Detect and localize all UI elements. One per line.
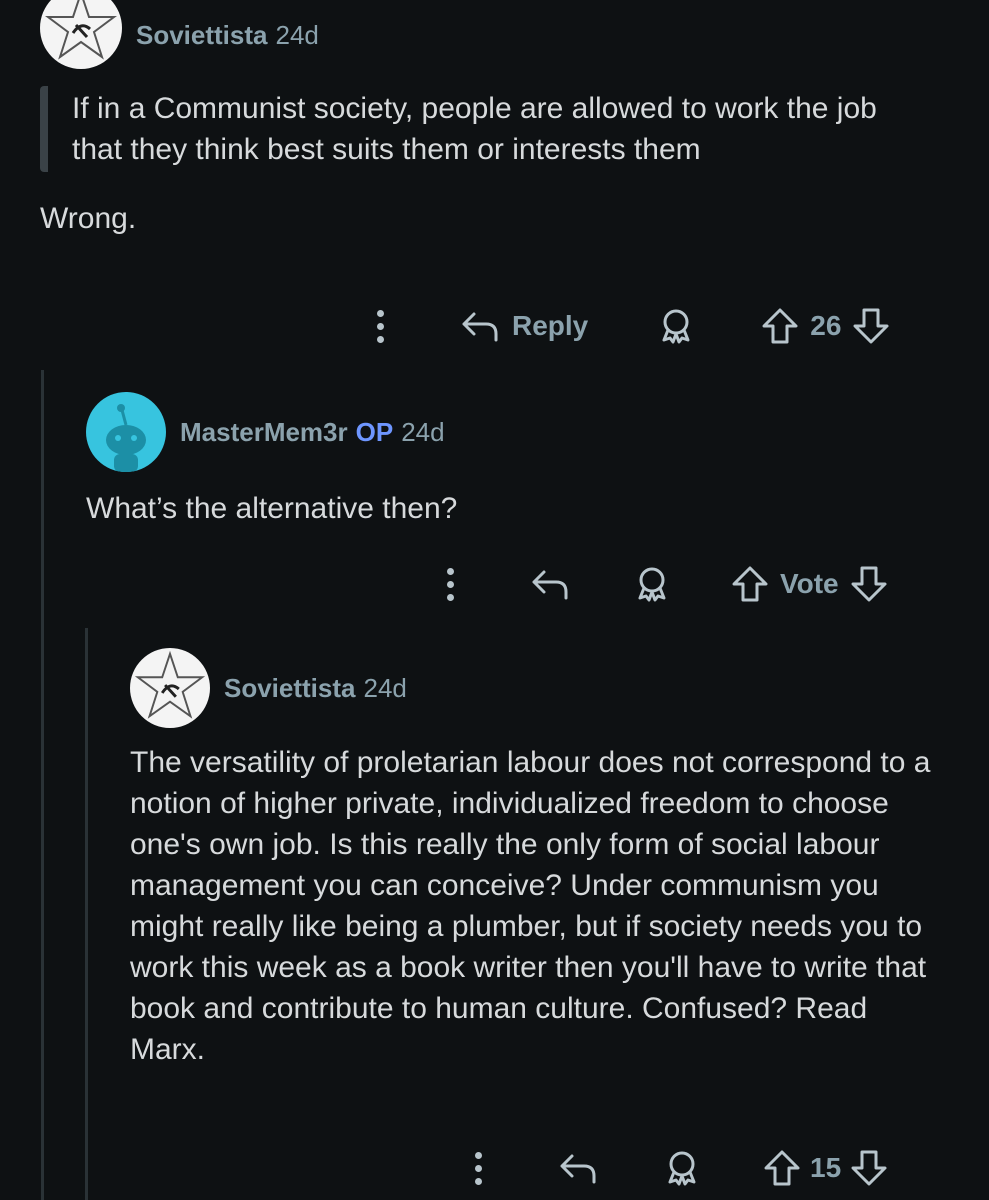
avatar[interactable] [86, 392, 166, 472]
comment-actions: Vote [442, 564, 889, 604]
award-button[interactable] [662, 1148, 702, 1188]
award-button[interactable] [632, 564, 672, 604]
reply-button[interactable]: Reply [460, 308, 588, 344]
downvote-arrow-icon[interactable] [849, 564, 889, 604]
upvote-arrow-icon[interactable] [762, 1148, 802, 1188]
comment-header: Soviettista 24d [130, 648, 960, 728]
author-name[interactable]: MasterMem3r [180, 417, 348, 448]
comment-actions: 15 [470, 1148, 889, 1188]
award-icon [662, 309, 690, 344]
hammer-sickle-star-icon [134, 650, 206, 719]
downvote-arrow-icon[interactable] [849, 1148, 889, 1188]
comment-2: MasterMem3r OP 24d What’s the alternativ… [86, 392, 946, 529]
comment-age: 24d [275, 19, 319, 50]
more-options-icon[interactable] [372, 309, 388, 343]
comment-header: Soviettista 24d [40, 0, 960, 70]
comment-1: Soviettista 24d If in a Communist societ… [40, 0, 960, 239]
more-options-icon[interactable] [442, 567, 458, 601]
vote-controls: 26 [760, 306, 891, 346]
more-options-icon[interactable] [470, 1151, 486, 1185]
reply-label: Reply [512, 310, 589, 341]
award-icon [638, 567, 666, 602]
thread-line-2[interactable] [85, 628, 88, 1200]
author-name[interactable]: Soviettista [224, 673, 356, 704]
award-button[interactable] [656, 306, 696, 346]
snoo-avatar-icon [106, 404, 146, 472]
vote-label: Vote [780, 568, 839, 599]
reply-button[interactable] [530, 566, 570, 602]
reply-arrow-icon [532, 570, 568, 600]
award-icon [668, 1151, 696, 1186]
comment-body: The versatility of proletarian labour do… [130, 746, 931, 1066]
reply-button[interactable] [558, 1150, 598, 1186]
reply-arrow-icon [462, 312, 498, 342]
upvote-arrow-icon[interactable] [760, 306, 800, 346]
hammer-sickle-star-icon [45, 0, 117, 60]
comment-body: Wrong. [40, 202, 137, 235]
comment-3: Soviettista 24d The versatility of prole… [130, 648, 960, 1070]
comment-actions: Reply 26 [372, 306, 891, 346]
vote-controls: 15 [762, 1148, 889, 1188]
comment-header: MasterMem3r OP 24d [86, 392, 946, 472]
quoted-text: If in a Communist society, people are al… [40, 86, 922, 172]
op-badge: OP [355, 416, 394, 447]
reply-arrow-icon [560, 1154, 596, 1184]
avatar[interactable] [40, 0, 122, 69]
upvote-arrow-icon[interactable] [730, 564, 770, 604]
comment-age: 24d [363, 672, 407, 703]
comment-body: What’s the alternative then? [86, 492, 458, 525]
thread-line-1[interactable] [41, 370, 44, 1200]
avatar[interactable] [130, 648, 210, 728]
author-name[interactable]: Soviettista [136, 20, 268, 51]
vote-count: 26 [810, 310, 842, 341]
downvote-arrow-icon[interactable] [851, 306, 891, 346]
vote-count: 15 [810, 1152, 842, 1183]
comment-age: 24d [401, 416, 445, 447]
vote-controls: Vote [730, 564, 889, 604]
